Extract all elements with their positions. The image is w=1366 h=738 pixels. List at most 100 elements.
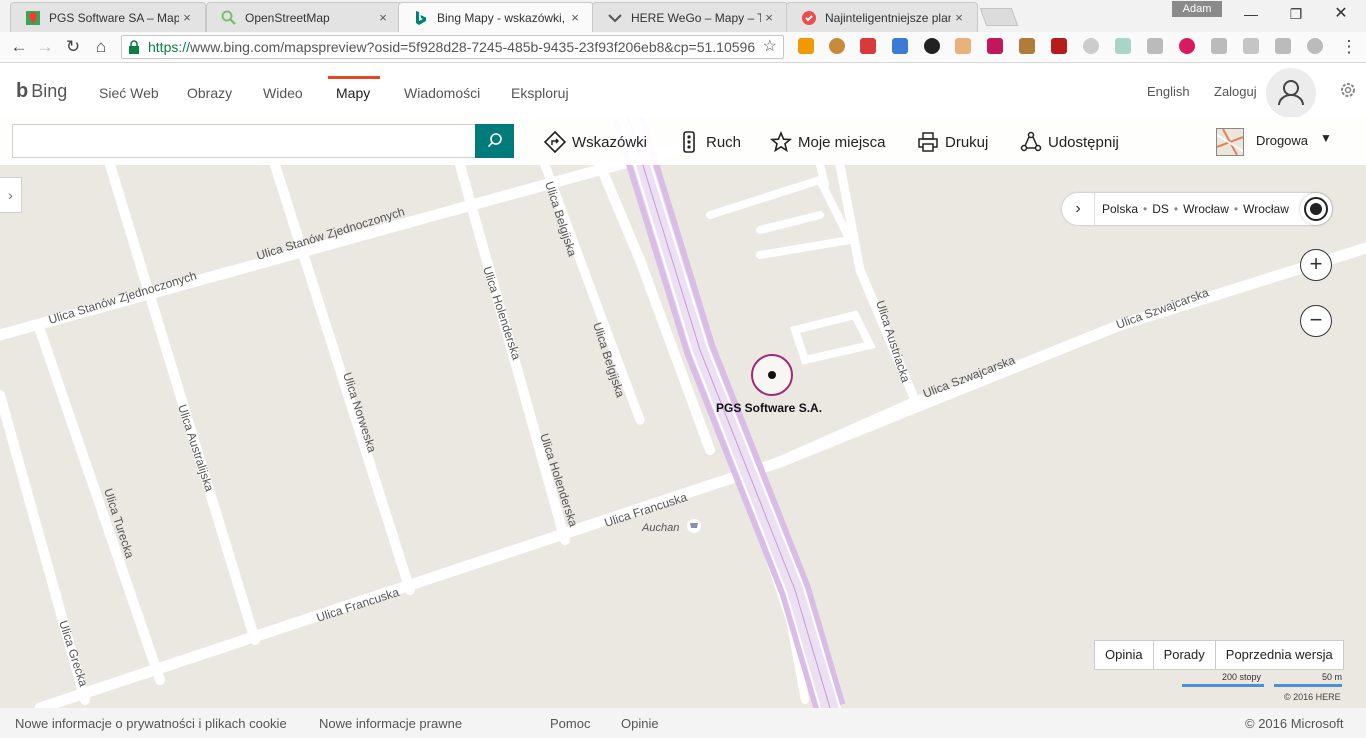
extension-icon[interactable] bbox=[1115, 38, 1131, 54]
bookmark-star-icon[interactable]: ☆ bbox=[763, 36, 777, 58]
close-icon[interactable]: × bbox=[567, 10, 583, 25]
chevron-right-icon[interactable]: › bbox=[1062, 193, 1095, 225]
minimize-icon[interactable]: — bbox=[1236, 4, 1266, 24]
tab-google-maps[interactable]: PGS Software SA – Mapy × bbox=[10, 2, 206, 32]
zoom-in-button[interactable]: + bbox=[1300, 249, 1332, 281]
nav-maps[interactable]: Mapy bbox=[336, 85, 370, 101]
close-icon[interactable]: × bbox=[761, 10, 777, 25]
tab-title: HERE WeGo – Mapy – Tra bbox=[631, 10, 761, 25]
nav-explore[interactable]: Eksploruj bbox=[511, 85, 569, 101]
directions-button[interactable]: Wskazówki bbox=[544, 131, 647, 153]
close-icon[interactable]: × bbox=[375, 10, 391, 25]
legal-link[interactable]: Nowe informacje prawne bbox=[319, 716, 462, 731]
feedback-link[interactable]: Opinie bbox=[621, 716, 659, 731]
tab-bing-maps[interactable]: Bing Mapy - wskazówki, p × bbox=[398, 2, 594, 32]
expand-panel-button[interactable]: › bbox=[0, 177, 22, 213]
target-icon bbox=[1304, 197, 1328, 221]
tab-title: Bing Mapy - wskazówki, p bbox=[437, 10, 567, 25]
search-button[interactable] bbox=[475, 124, 514, 158]
extension-icon[interactable] bbox=[1083, 38, 1099, 54]
tab-openstreetmap[interactable]: OpenStreetMap × bbox=[206, 2, 402, 32]
zoom-out-button[interactable]: − bbox=[1300, 305, 1332, 337]
scale-bar-metric bbox=[1274, 684, 1342, 687]
previous-version-button[interactable]: Poprzednia wersja bbox=[1216, 641, 1343, 669]
tab-here-wego[interactable]: HERE WeGo – Mapy – Tra × bbox=[592, 2, 788, 32]
bing-logo[interactable]: b Bing bbox=[16, 80, 67, 103]
lock-icon bbox=[129, 40, 139, 54]
extension-icon[interactable] bbox=[798, 38, 814, 54]
directions-icon bbox=[544, 131, 566, 153]
home-icon[interactable]: ⌂ bbox=[90, 36, 112, 58]
breadcrumb-item[interactable]: Wrocław bbox=[1183, 202, 1229, 216]
extension-icon[interactable] bbox=[1019, 38, 1035, 54]
settings-gear-icon[interactable] bbox=[1338, 80, 1358, 100]
tab-planner[interactable]: Najinteligentniejsze plano × bbox=[786, 2, 978, 32]
extension-icon[interactable] bbox=[892, 38, 908, 54]
cookie-extension-icon[interactable] bbox=[829, 38, 845, 54]
chevron-down-icon[interactable]: ▼ bbox=[1320, 131, 1332, 145]
profile-badge[interactable]: Adam bbox=[1172, 1, 1222, 17]
url-scheme: https:// bbox=[148, 39, 191, 55]
extension-icon[interactable] bbox=[1275, 38, 1291, 54]
search-icon bbox=[487, 133, 502, 148]
extension-icon[interactable] bbox=[924, 38, 940, 54]
language-link[interactable]: English bbox=[1147, 84, 1190, 99]
shop-icon[interactable] bbox=[687, 519, 701, 533]
share-icon bbox=[1020, 131, 1042, 152]
restore-icon[interactable]: ❐ bbox=[1281, 4, 1311, 24]
address-bar[interactable]: https://www.bing.com/mapspreview?osid=5f… bbox=[121, 35, 784, 59]
ublock-icon[interactable] bbox=[1051, 38, 1067, 54]
locate-me-button[interactable] bbox=[1300, 193, 1332, 225]
minus-icon: − bbox=[1309, 307, 1323, 332]
star-icon bbox=[770, 131, 792, 153]
extension-icon[interactable] bbox=[987, 38, 1003, 54]
browser-tab-strip: PGS Software SA – Mapy × OpenStreetMap ×… bbox=[0, 0, 1366, 32]
menu-icon[interactable]: ⋮ bbox=[1338, 36, 1360, 58]
extension-icon[interactable] bbox=[1211, 38, 1227, 54]
traffic-label: Ruch bbox=[706, 133, 742, 151]
bing-header: b Bing Sieć Web Obrazy Wideo Mapy Wiadom… bbox=[0, 63, 1366, 117]
map-type-label[interactable]: Drogowa bbox=[1256, 133, 1308, 148]
maps-toolbar: Wskazówki Ruch Moje miejsca Drukuj Udost… bbox=[0, 117, 1366, 165]
nav-video[interactable]: Wideo bbox=[263, 85, 303, 101]
bing-logo-icon: b bbox=[16, 80, 29, 102]
extension-icon[interactable] bbox=[860, 38, 876, 54]
nav-news[interactable]: Wiadomości bbox=[404, 85, 480, 101]
privacy-link[interactable]: Nowe informacje o prywatności i plikach … bbox=[15, 716, 287, 731]
reload-icon[interactable]: ↻ bbox=[62, 36, 84, 58]
directions-label: Wskazówki bbox=[572, 133, 648, 151]
help-link[interactable]: Pomoc bbox=[550, 716, 590, 731]
back-icon[interactable]: ← bbox=[8, 36, 30, 58]
scale-imperial: 200 stopy bbox=[1222, 672, 1262, 682]
extension-icon[interactable] bbox=[1307, 38, 1323, 54]
nav-web[interactable]: Sieć Web bbox=[99, 85, 159, 101]
share-button[interactable]: Udostępnij bbox=[1020, 131, 1119, 153]
tips-button[interactable]: Porady bbox=[1154, 641, 1216, 669]
close-icon[interactable]: × bbox=[951, 10, 967, 25]
window-close-icon[interactable]: ✕ bbox=[1326, 4, 1356, 24]
signin-link[interactable]: Zaloguj bbox=[1214, 84, 1257, 99]
forward-icon[interactable]: → bbox=[34, 36, 56, 58]
breadcrumb-item[interactable]: Polska bbox=[1102, 202, 1138, 216]
feedback-button[interactable]: Opinia bbox=[1095, 641, 1154, 669]
close-icon[interactable]: × bbox=[179, 10, 195, 25]
breadcrumb-item[interactable]: DS bbox=[1152, 202, 1169, 216]
user-avatar[interactable] bbox=[1266, 68, 1316, 118]
new-tab-button[interactable] bbox=[979, 8, 1019, 26]
openstreetmap-icon bbox=[221, 10, 236, 25]
extension-icon[interactable] bbox=[955, 38, 971, 54]
tab-title: Najinteligentniejsze plano bbox=[825, 10, 951, 25]
traffic-button[interactable]: Ruch bbox=[678, 131, 741, 153]
active-nav-indicator bbox=[328, 76, 380, 79]
pin-label[interactable]: PGS Software S.A. bbox=[716, 401, 822, 415]
map-type-thumbnail[interactable] bbox=[1216, 128, 1244, 156]
my-places-button[interactable]: Moje miejsca bbox=[770, 131, 886, 153]
nav-images[interactable]: Obrazy bbox=[187, 85, 232, 101]
extension-icon[interactable] bbox=[1147, 38, 1163, 54]
print-button[interactable]: Drukuj bbox=[917, 131, 988, 153]
search-input[interactable] bbox=[12, 124, 476, 158]
extension-icon[interactable] bbox=[1243, 38, 1259, 54]
breadcrumb-item[interactable]: Wrocław bbox=[1243, 202, 1289, 216]
location-pin-icon[interactable] bbox=[751, 354, 793, 396]
extension-icon[interactable] bbox=[1179, 38, 1195, 54]
